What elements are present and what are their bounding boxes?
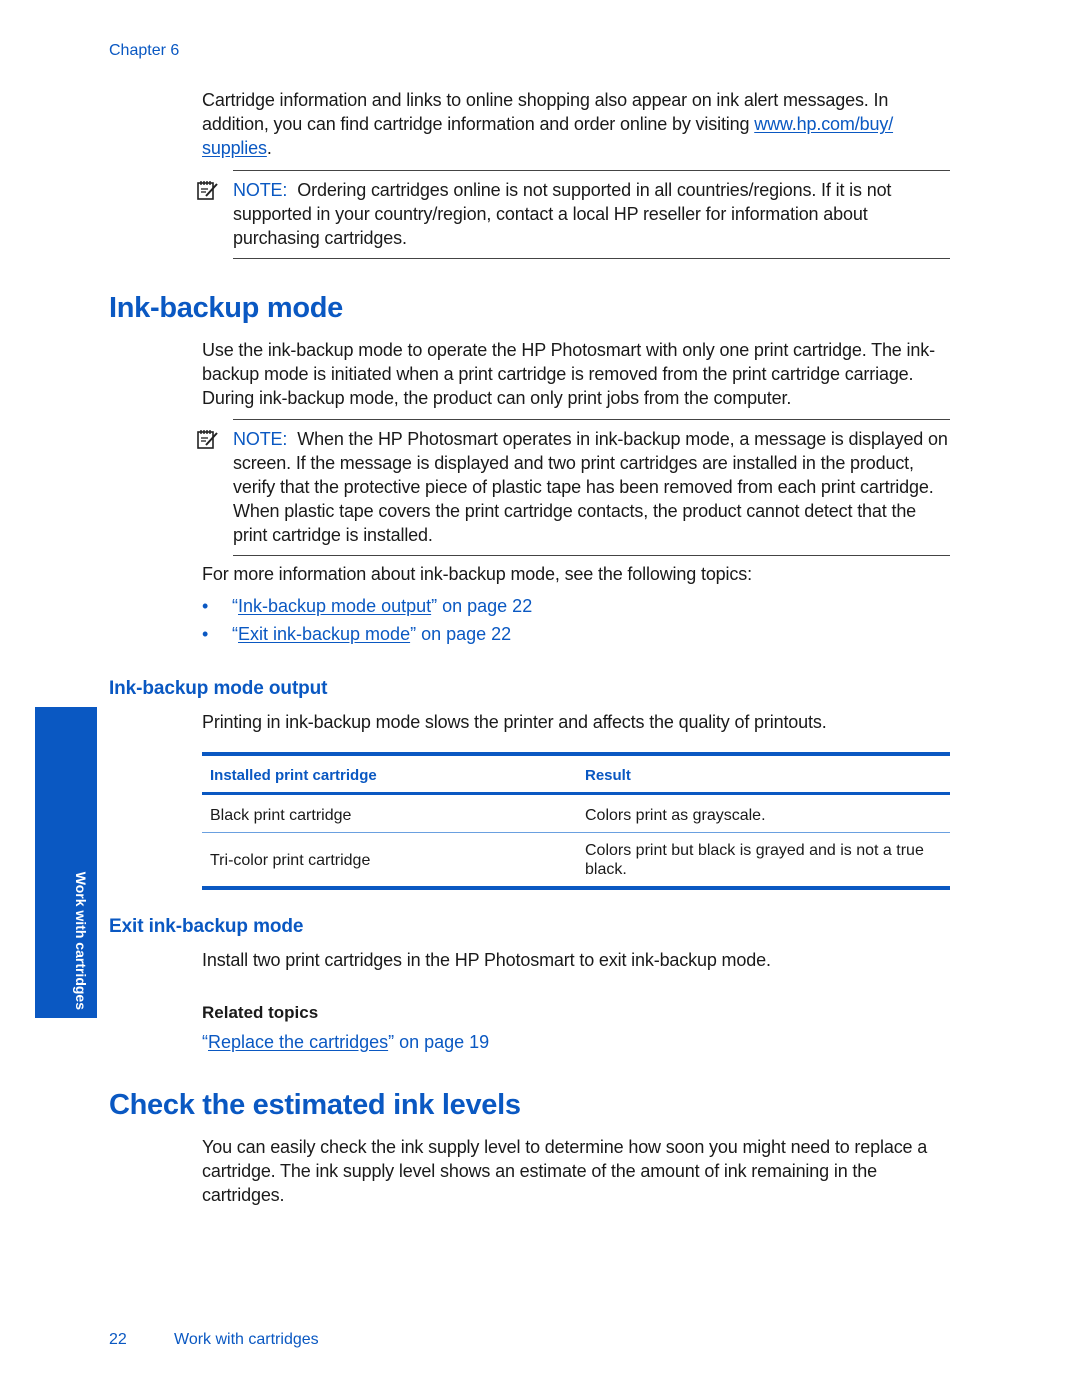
link-exit-ink-backup-mode[interactable]: Exit ink-backup mode <box>238 624 410 644</box>
intro-period: . <box>266 138 272 158</box>
heading-ink-backup-output: Ink-backup mode output <box>109 678 328 699</box>
page-number: 22 <box>109 1331 127 1348</box>
heading-ink-backup-mode: Ink-backup mode <box>109 292 343 324</box>
intro-paragraph: Cartridge information and links to onlin… <box>202 88 954 160</box>
note-text: When the HP Photosmart operates in ink-b… <box>233 429 948 545</box>
related-topic-item: “Replace the cartridges” on page 19 <box>202 1032 490 1052</box>
topic-list-item: • “Ink-backup mode output” on page 22 <box>202 596 533 616</box>
more-info-text: For more information about ink-backup mo… <box>202 564 752 584</box>
heading-exit-ink-backup: Exit ink-backup mode <box>109 916 304 937</box>
table-cell: Black print cartridge <box>202 793 577 833</box>
note-ink-backup-message: NOTE: When the HP Photosmart operates in … <box>197 419 950 556</box>
side-chapter-tab: Work with cartridges <box>35 707 97 1018</box>
table-row: Black print cartridge Colors print as gr… <box>202 793 950 833</box>
bullet: • <box>202 596 209 616</box>
table-cell: Colors print as grayscale. <box>577 793 950 833</box>
column-header-installed-cartridge: Installed print cartridge <box>202 752 577 795</box>
related-topics-heading: Related topics <box>202 1003 319 1022</box>
note-label: NOTE: <box>233 429 288 449</box>
note-text: Ordering cartridges online is not suppor… <box>233 180 892 248</box>
side-tab-label: Work with cartridges <box>73 871 89 1010</box>
note-label: NOTE: <box>233 180 288 200</box>
table-row: Tri-color print cartridge Colors print b… <box>202 832 950 890</box>
link-ink-backup-mode-output[interactable]: Ink-backup mode output <box>238 596 431 616</box>
heading-check-ink-levels: Check the estimated ink levels <box>109 1089 521 1121</box>
column-header-result: Result <box>577 752 950 795</box>
topic-list-item: • “Exit ink-backup mode” on page 22 <box>202 624 512 644</box>
page-ref: ” on page 19 <box>388 1032 490 1052</box>
output-paragraph: Printing in ink-backup mode slows the pr… <box>202 712 827 732</box>
note-icon <box>197 181 218 200</box>
note-icon <box>197 430 218 449</box>
table-cell: Colors print but black is grayed and is … <box>577 832 950 890</box>
ink-backup-paragraph: Use the ink-backup mode to operate the H… <box>202 340 935 408</box>
page-ref: ” on page 22 <box>410 624 512 644</box>
table-cell: Tri-color print cartridge <box>202 832 577 890</box>
chapter-label: Chapter 6 <box>109 42 180 59</box>
footer-section-title: Work with cartridges <box>174 1331 319 1348</box>
table-header-row: Installed print cartridge Result <box>202 752 950 795</box>
cartridge-result-table: Installed print cartridge Result Black p… <box>202 752 950 890</box>
page-ref: ” on page 22 <box>431 596 533 616</box>
link-replace-cartridges[interactable]: Replace the cartridges <box>208 1032 388 1052</box>
ink-levels-paragraph: You can easily check the ink supply leve… <box>202 1137 928 1205</box>
exit-paragraph: Install two print cartridges in the HP P… <box>202 950 771 970</box>
bullet: • <box>202 624 209 644</box>
note-ordering-online: NOTE: Ordering cartridges online is not s… <box>197 170 950 259</box>
